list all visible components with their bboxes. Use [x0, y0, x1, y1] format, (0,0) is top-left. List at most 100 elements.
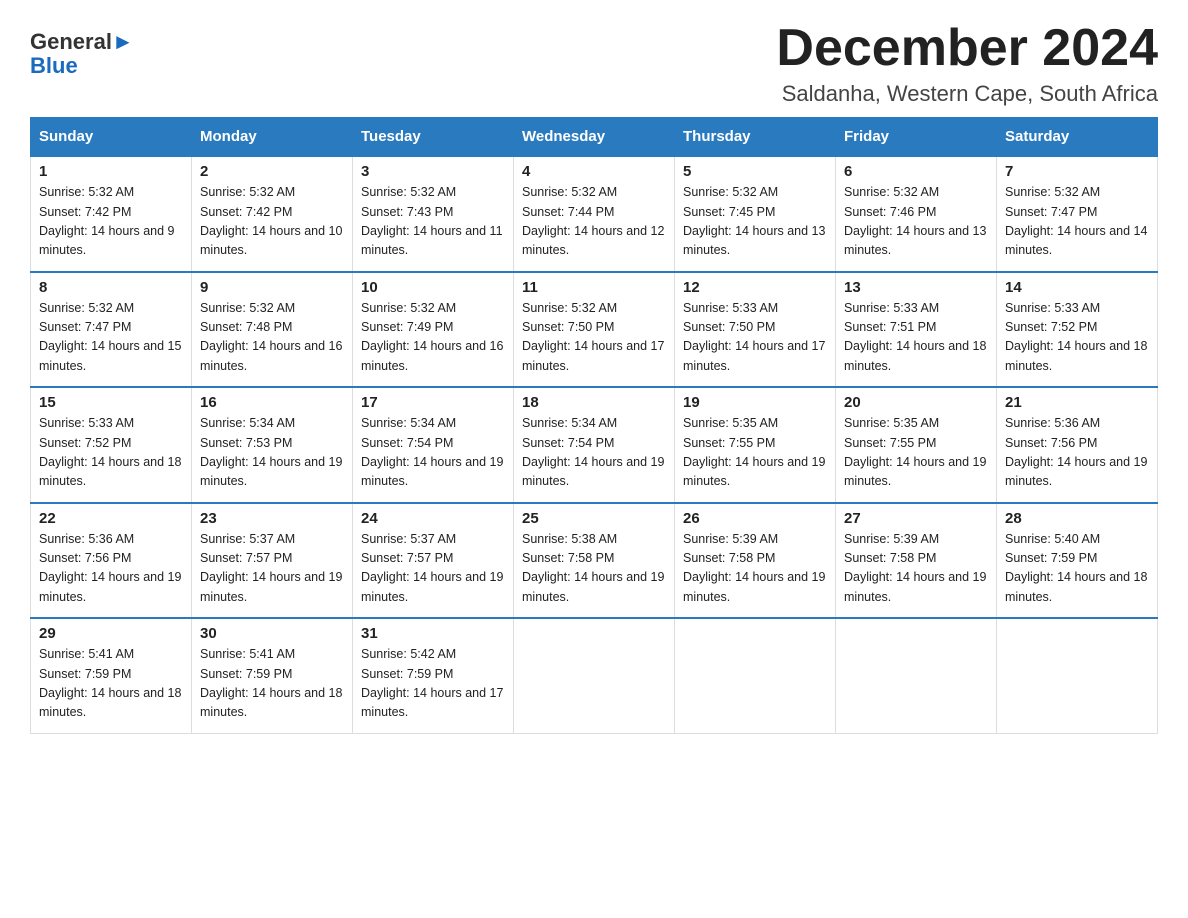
calendar-week-2: 8 Sunrise: 5:32 AMSunset: 7:47 PMDaylight…: [31, 272, 1158, 388]
day-number: 12: [683, 279, 827, 296]
calendar-week-5: 29 Sunrise: 5:41 AMSunset: 7:59 PMDayligh…: [31, 618, 1158, 733]
day-info: Sunrise: 5:32 AMSunset: 7:43 PMDaylight:…: [361, 183, 505, 261]
day-info: Sunrise: 5:32 AMSunset: 7:48 PMDaylight:…: [200, 299, 344, 377]
day-info: Sunrise: 5:41 AMSunset: 7:59 PMDaylight:…: [200, 645, 344, 723]
weekday-header-wednesday: Wednesday: [514, 118, 675, 157]
weekday-header-row: SundayMondayTuesdayWednesdayThursdayFrid…: [31, 118, 1158, 157]
day-info: Sunrise: 5:36 AMSunset: 7:56 PMDaylight:…: [1005, 414, 1149, 492]
day-info: Sunrise: 5:35 AMSunset: 7:55 PMDaylight:…: [683, 414, 827, 492]
day-number: 14: [1005, 279, 1149, 296]
day-info: Sunrise: 5:34 AMSunset: 7:53 PMDaylight:…: [200, 414, 344, 492]
calendar-cell: 17Sunrise: 5:34 AMSunset: 7:54 PMDayligh…: [353, 387, 514, 503]
day-info: Sunrise: 5:32 AMSunset: 7:50 PMDaylight:…: [522, 299, 666, 377]
day-number: 8: [39, 279, 183, 296]
day-info: Sunrise: 5:34 AMSunset: 7:54 PMDaylight:…: [522, 414, 666, 492]
day-number: 9: [200, 279, 344, 296]
day-number: 23: [200, 510, 344, 527]
day-number: 4: [522, 163, 666, 180]
day-info: Sunrise: 5:37 AMSunset: 7:57 PMDaylight:…: [361, 530, 505, 608]
day-info: Sunrise: 5:32 AMSunset: 7:47 PMDaylight:…: [1005, 183, 1149, 261]
calendar-cell: [836, 618, 997, 733]
day-number: 7: [1005, 163, 1149, 180]
calendar-cell: 30Sunrise: 5:41 AMSunset: 7:59 PMDayligh…: [192, 618, 353, 733]
calendar-week-1: 1 Sunrise: 5:32 AMSunset: 7:42 PMDaylight…: [31, 156, 1158, 272]
day-info: Sunrise: 5:33 AMSunset: 7:52 PMDaylight:…: [1005, 299, 1149, 377]
calendar-cell: 5 Sunrise: 5:32 AMSunset: 7:45 PMDaylight…: [675, 156, 836, 272]
day-number: 17: [361, 394, 505, 411]
day-number: 26: [683, 510, 827, 527]
calendar-cell: 25Sunrise: 5:38 AMSunset: 7:58 PMDayligh…: [514, 503, 675, 619]
day-number: 1: [39, 163, 183, 180]
calendar-cell: 9 Sunrise: 5:32 AMSunset: 7:48 PMDaylight…: [192, 272, 353, 388]
day-info: Sunrise: 5:39 AMSunset: 7:58 PMDaylight:…: [683, 530, 827, 608]
day-number: 11: [522, 279, 666, 296]
day-info: Sunrise: 5:40 AMSunset: 7:59 PMDaylight:…: [1005, 530, 1149, 608]
day-number: 15: [39, 394, 183, 411]
day-number: 18: [522, 394, 666, 411]
weekday-header-tuesday: Tuesday: [353, 118, 514, 157]
day-number: 21: [1005, 394, 1149, 411]
weekday-header-sunday: Sunday: [31, 118, 192, 157]
day-info: Sunrise: 5:32 AMSunset: 7:42 PMDaylight:…: [200, 183, 344, 261]
day-info: Sunrise: 5:32 AMSunset: 7:44 PMDaylight:…: [522, 183, 666, 261]
day-number: 20: [844, 394, 988, 411]
calendar-cell: 24 Sunrise: 5:37 AMSunset: 7:57 PMDayligh…: [353, 503, 514, 619]
calendar-cell: 26 Sunrise: 5:39 AMSunset: 7:58 PMDayligh…: [675, 503, 836, 619]
day-info: Sunrise: 5:39 AMSunset: 7:58 PMDaylight:…: [844, 530, 988, 608]
day-number: 29: [39, 625, 183, 642]
weekday-header-friday: Friday: [836, 118, 997, 157]
day-number: 3: [361, 163, 505, 180]
calendar-week-4: 22 Sunrise: 5:36 AMSunset: 7:56 PMDayligh…: [31, 503, 1158, 619]
calendar-cell: 1Sunrise: 5:32 AMSunset: 7:42 PMDaylight…: [31, 156, 192, 272]
title-section: December 2024 Saldanha, Western Cape, So…: [776, 20, 1158, 107]
day-info: Sunrise: 5:37 AMSunset: 7:57 PMDaylight:…: [200, 530, 344, 608]
day-number: 24: [361, 510, 505, 527]
calendar-cell: 27 Sunrise: 5:39 AMSunset: 7:58 PMDayligh…: [836, 503, 997, 619]
weekday-header-thursday: Thursday: [675, 118, 836, 157]
calendar-body: 1 Sunrise: 5:32 AMSunset: 7:42 PMDaylight…: [31, 156, 1158, 733]
day-number: 13: [844, 279, 988, 296]
day-info: Sunrise: 5:32 AMSunset: 7:45 PMDaylight:…: [683, 183, 827, 261]
day-info: Sunrise: 5:41 AMSunset: 7:59 PMDaylight:…: [39, 645, 183, 723]
calendar-cell: 12Sunrise: 5:33 AMSunset: 7:50 PMDayligh…: [675, 272, 836, 388]
day-number: 28: [1005, 510, 1149, 527]
calendar-cell: 22 Sunrise: 5:36 AMSunset: 7:56 PMDayligh…: [31, 503, 192, 619]
calendar-cell: 15 Sunrise: 5:33 AMSunset: 7:52 PMDayligh…: [31, 387, 192, 503]
day-info: Sunrise: 5:32 AMSunset: 7:47 PMDaylight:…: [39, 299, 183, 377]
calendar-cell: 11 Sunrise: 5:32 AMSunset: 7:50 PMDayligh…: [514, 272, 675, 388]
day-number: 25: [522, 510, 666, 527]
calendar-header: SundayMondayTuesdayWednesdayThursdayFrid…: [31, 118, 1158, 157]
day-number: 2: [200, 163, 344, 180]
calendar-cell: 10 Sunrise: 5:32 AMSunset: 7:49 PMDayligh…: [353, 272, 514, 388]
calendar-cell: 7 Sunrise: 5:32 AMSunset: 7:47 PMDaylight…: [997, 156, 1158, 272]
weekday-header-saturday: Saturday: [997, 118, 1158, 157]
day-number: 22: [39, 510, 183, 527]
calendar-cell: 19Sunrise: 5:35 AMSunset: 7:55 PMDayligh…: [675, 387, 836, 503]
calendar-cell: 18 Sunrise: 5:34 AMSunset: 7:54 PMDayligh…: [514, 387, 675, 503]
calendar-cell: 4 Sunrise: 5:32 AMSunset: 7:44 PMDaylight…: [514, 156, 675, 272]
day-number: 16: [200, 394, 344, 411]
day-number: 6: [844, 163, 988, 180]
day-number: 27: [844, 510, 988, 527]
month-title: December 2024: [776, 20, 1158, 77]
day-info: Sunrise: 5:33 AMSunset: 7:52 PMDaylight:…: [39, 414, 183, 492]
day-info: Sunrise: 5:36 AMSunset: 7:56 PMDaylight:…: [39, 530, 183, 608]
day-number: 5: [683, 163, 827, 180]
location-title: Saldanha, Western Cape, South Africa: [776, 81, 1158, 107]
calendar-cell: 14 Sunrise: 5:33 AMSunset: 7:52 PMDayligh…: [997, 272, 1158, 388]
calendar-cell: 8 Sunrise: 5:32 AMSunset: 7:47 PMDaylight…: [31, 272, 192, 388]
page-header: General► Blue December 2024 Saldanha, We…: [30, 20, 1158, 107]
calendar-cell: 23 Sunrise: 5:37 AMSunset: 7:57 PMDayligh…: [192, 503, 353, 619]
calendar-week-3: 15 Sunrise: 5:33 AMSunset: 7:52 PMDayligh…: [31, 387, 1158, 503]
logo: General► Blue: [30, 20, 134, 78]
day-number: 10: [361, 279, 505, 296]
logo-triangle-icon: ►: [112, 29, 134, 54]
calendar-cell: 20 Sunrise: 5:35 AMSunset: 7:55 PMDayligh…: [836, 387, 997, 503]
day-info: Sunrise: 5:32 AMSunset: 7:49 PMDaylight:…: [361, 299, 505, 377]
day-info: Sunrise: 5:35 AMSunset: 7:55 PMDaylight:…: [844, 414, 988, 492]
calendar-cell: 21 Sunrise: 5:36 AMSunset: 7:56 PMDayligh…: [997, 387, 1158, 503]
day-info: Sunrise: 5:32 AMSunset: 7:46 PMDaylight:…: [844, 183, 988, 261]
calendar-cell: [514, 618, 675, 733]
day-info: Sunrise: 5:42 AMSunset: 7:59 PMDaylight:…: [361, 645, 505, 723]
calendar-cell: 13Sunrise: 5:33 AMSunset: 7:51 PMDayligh…: [836, 272, 997, 388]
